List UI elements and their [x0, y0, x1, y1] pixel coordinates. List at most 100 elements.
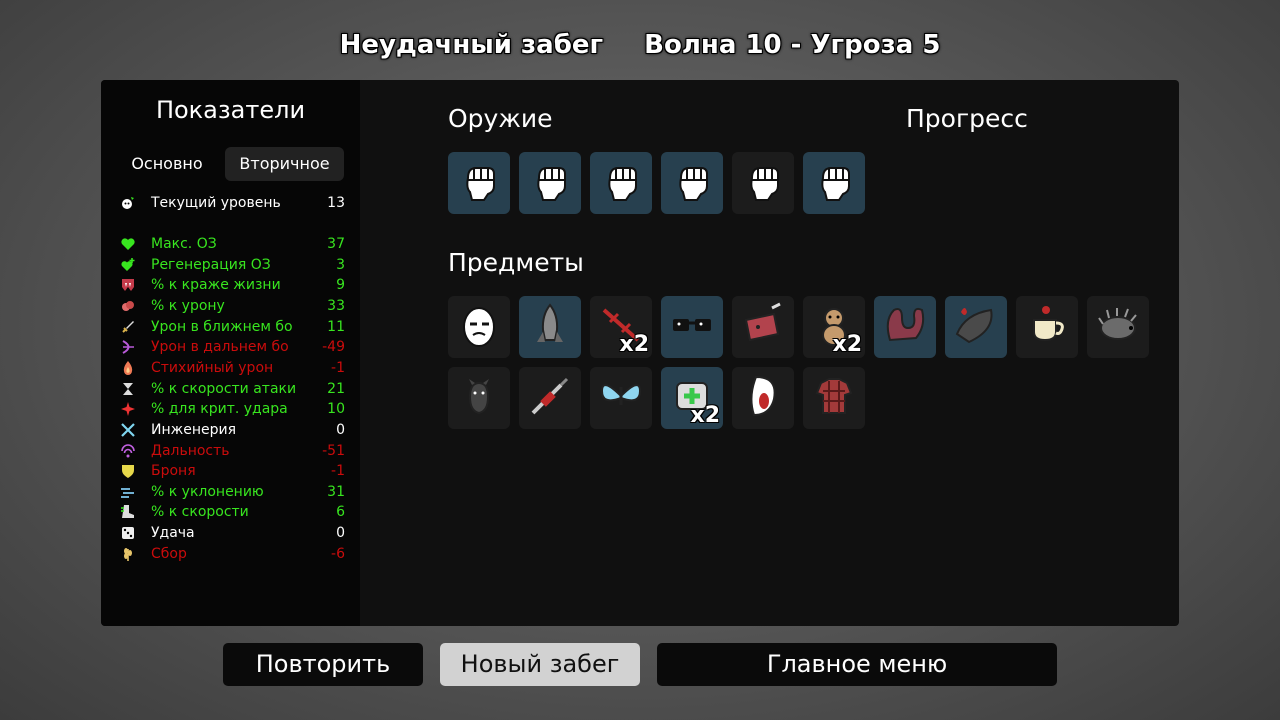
item-slot[interactable]: [661, 296, 723, 358]
stat-row[interactable]: Регенерация ОЗ 3: [119, 255, 345, 275]
item-slot[interactable]: x2: [803, 296, 865, 358]
stat-label: Инженерия: [151, 421, 237, 438]
fist-icon: [809, 156, 859, 210]
meat-knife-icon: [738, 300, 788, 354]
stat-label: Регенерация ОЗ: [151, 256, 271, 273]
stat-row[interactable]: Урон в дальнем бо -49: [119, 337, 345, 357]
stat-row[interactable]: % к урону 33: [119, 296, 345, 316]
item-slot[interactable]: x2: [661, 367, 723, 429]
coffee-cup-icon: [1022, 300, 1072, 354]
stat-value: 0: [336, 421, 345, 438]
item-slot[interactable]: x2: [590, 296, 652, 358]
item-slot[interactable]: [1016, 296, 1078, 358]
stat-label: % к скорости: [151, 504, 249, 521]
range-icon: [119, 443, 137, 459]
wrench-icon: [119, 422, 137, 438]
stat-label: Сбор: [151, 545, 187, 562]
stat-value: 10: [327, 401, 345, 418]
stat-label: % для крит. удара: [151, 401, 288, 418]
stat-row[interactable]: % к краже жизни 9: [119, 275, 345, 295]
stat-value: 37: [327, 236, 345, 252]
item-count-badge: x2: [690, 403, 721, 428]
weapon-slot[interactable]: [590, 152, 652, 214]
main-menu-button[interactable]: Главное меню: [657, 643, 1057, 686]
item-slot[interactable]: [448, 367, 510, 429]
stat-label: Стихийный урон: [151, 359, 274, 376]
muscle-icon: [119, 298, 137, 314]
stat-row[interactable]: Макс. ОЗ 37: [119, 234, 345, 254]
stat-row[interactable]: Удача 0: [119, 523, 345, 543]
new-run-button[interactable]: Новый забег: [440, 643, 640, 686]
tab-secondary[interactable]: Вторичное: [225, 147, 344, 181]
stat-row[interactable]: Броня -1: [119, 461, 345, 481]
stat-row[interactable]: Стихийный урон -1: [119, 358, 345, 378]
stat-label: Макс. ОЗ: [151, 236, 217, 252]
butterfly-icon: [596, 371, 646, 425]
stats-panel: Показатели Основно Вторичное Текущий уро…: [101, 80, 360, 626]
weapon-slot[interactable]: [661, 152, 723, 214]
stat-label: % к урону: [151, 297, 225, 314]
item-slot[interactable]: [874, 296, 936, 358]
stat-label: Текущий уровень: [151, 195, 281, 211]
item-slot[interactable]: [590, 367, 652, 429]
item-slot[interactable]: [803, 367, 865, 429]
stat-value: -51: [322, 442, 345, 459]
stat-row[interactable]: Дальность -51: [119, 441, 345, 461]
item-slot[interactable]: [945, 296, 1007, 358]
stat-row-current-level[interactable]: Текущий уровень 13: [119, 193, 345, 213]
run-summary-panel: Показатели Основно Вторичное Текущий уро…: [101, 80, 1179, 626]
item-slot[interactable]: [519, 367, 581, 429]
stat-row[interactable]: % для крит. удара 10: [119, 399, 345, 419]
shield-icon: [119, 463, 137, 479]
weapon-slot[interactable]: [732, 152, 794, 214]
stat-label: Удача: [151, 525, 195, 542]
stat-value: 31: [327, 483, 345, 500]
stat-value: 6: [336, 504, 345, 521]
stat-value: -6: [331, 545, 345, 562]
stat-row[interactable]: Сбор -6: [119, 544, 345, 564]
weapon-slot[interactable]: [803, 152, 865, 214]
run-result-title: Неудачный забег: [339, 30, 604, 60]
tab-primary[interactable]: Основно: [119, 147, 215, 181]
stat-label: Дальность: [151, 442, 230, 459]
bat-icon: [454, 371, 504, 425]
wind-icon: [119, 484, 137, 500]
stat-value: 11: [327, 318, 345, 335]
stat-row[interactable]: Урон в ближнем бо 11: [119, 317, 345, 337]
plaid-shirt-icon: [809, 371, 859, 425]
item-count-badge: x2: [832, 332, 863, 357]
stat-label: % к скорости атаки: [151, 380, 297, 397]
stat-label: % к краже жизни: [151, 277, 281, 294]
fangs-icon: [119, 277, 137, 293]
fist-icon: [454, 156, 504, 210]
stat-row[interactable]: % к скорости атаки 21: [119, 379, 345, 399]
stat-value: -1: [331, 359, 345, 376]
item-slot[interactable]: [519, 296, 581, 358]
fist-icon: [596, 156, 646, 210]
sword-icon: [119, 319, 137, 335]
flame-icon: [119, 360, 137, 376]
item-slot[interactable]: [448, 296, 510, 358]
stat-label: Броня: [151, 463, 196, 480]
stat-label: Урон в дальнем бо: [151, 339, 289, 356]
item-slot[interactable]: [732, 296, 794, 358]
retry-button[interactable]: Повторить: [223, 643, 423, 686]
hedgehog-icon: [1093, 300, 1143, 354]
bow-icon: [119, 339, 137, 355]
items-title: Предметы: [448, 248, 584, 277]
weapon-slot[interactable]: [519, 152, 581, 214]
stat-label: Урон в ближнем бо: [151, 318, 293, 335]
stat-value: -1: [331, 463, 345, 480]
stat-row[interactable]: % к уклонению 31: [119, 482, 345, 502]
weapon-slot[interactable]: [448, 152, 510, 214]
stat-value: 13: [327, 195, 345, 211]
tentacle-icon: [880, 300, 930, 354]
wheat-icon: [119, 546, 137, 562]
stat-row[interactable]: % к скорости 6: [119, 502, 345, 522]
scared-sausage-icon: [738, 371, 788, 425]
egg-face-icon: [454, 300, 504, 354]
item-slot[interactable]: [732, 367, 794, 429]
fist-icon: [667, 156, 717, 210]
stat-row[interactable]: Инженерия 0: [119, 420, 345, 440]
item-slot[interactable]: [1087, 296, 1149, 358]
